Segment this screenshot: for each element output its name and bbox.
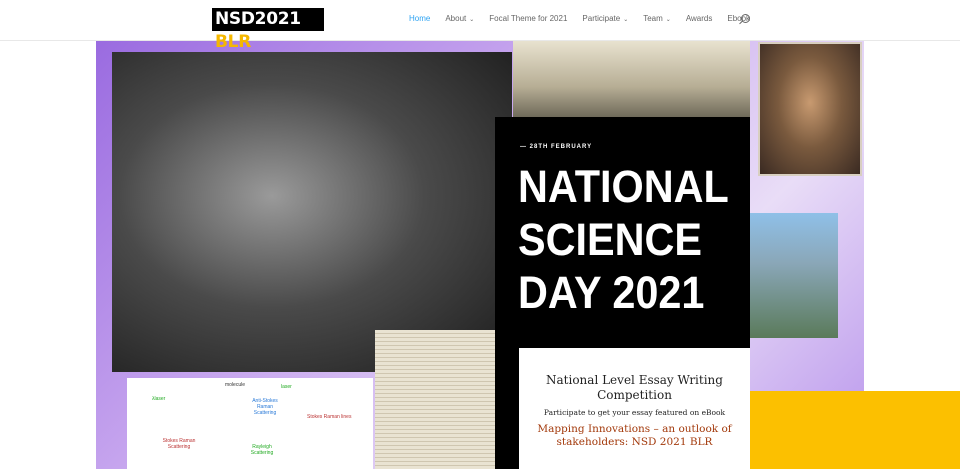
nav-home[interactable]: Home	[409, 14, 430, 23]
diagram-label: molecule	[225, 382, 246, 388]
logo-accent: BLR	[215, 32, 251, 52]
nav-awards[interactable]: Awards	[686, 14, 713, 23]
nav-team[interactable]: Team ⌄	[643, 14, 671, 23]
nav-label: Awards	[685, 14, 713, 23]
nav-label: Participate	[582, 14, 621, 23]
hero-title: NATIONAL SCIENCE DAY 2021	[518, 161, 729, 318]
nav-focal-theme[interactable]: Focal Theme for 2021	[489, 14, 567, 23]
nav-about[interactable]: About ⌄	[445, 14, 474, 23]
hero-date: — 28TH FEBRUARY	[520, 144, 593, 150]
logo-main: NSD2021	[215, 9, 301, 29]
search-icon[interactable]	[741, 14, 750, 23]
nav-participate[interactable]: Participate ⌄	[582, 14, 628, 23]
diagram-label: Stokes Raman Scattering	[162, 438, 196, 450]
card-heading: National Level Essay Writing Competition	[546, 373, 723, 402]
chevron-down-icon: ⌄	[623, 17, 629, 23]
nav-label: Home	[409, 14, 431, 23]
nav-label: Focal Theme for 2021	[489, 14, 568, 23]
chevron-down-icon: ⌄	[665, 17, 671, 23]
diagram-label: laser	[281, 384, 292, 390]
building-photo	[513, 41, 750, 117]
nav-label: Team	[643, 14, 663, 23]
accent-block	[750, 391, 960, 469]
diagram-label: λlaser	[152, 396, 166, 402]
site-header: NSD2021 BLR Home About ⌄ Focal Theme for …	[0, 0, 960, 52]
card-subtext: Participate to get your essay featured o…	[543, 408, 726, 417]
card-topic[interactable]: Mapping Innovations – an outlook of stak…	[519, 423, 750, 448]
raman-scattering-diagram: molecule λlaser Anti-Stokes Raman Scatte…	[127, 378, 373, 469]
chevron-down-icon: ⌄	[469, 17, 475, 23]
essay-competition-card: National Level Essay Writing Competition…	[519, 348, 750, 469]
diagram-label: Anti-Stokes Raman Scattering	[252, 398, 278, 416]
site-logo[interactable]: NSD2021 BLR	[212, 8, 324, 52]
diagram-label: Stokes Raman lines	[307, 414, 352, 420]
institute-photo	[750, 213, 838, 338]
main-nav: Home About ⌄ Focal Theme for 2021 Partici…	[409, 14, 765, 23]
raman-lab-photo	[112, 52, 512, 372]
diagram-label: Rayleigh Scattering	[250, 444, 274, 456]
nav-label: About	[445, 14, 467, 23]
newspaper-clipping	[375, 330, 495, 469]
raman-portrait	[758, 42, 862, 176]
